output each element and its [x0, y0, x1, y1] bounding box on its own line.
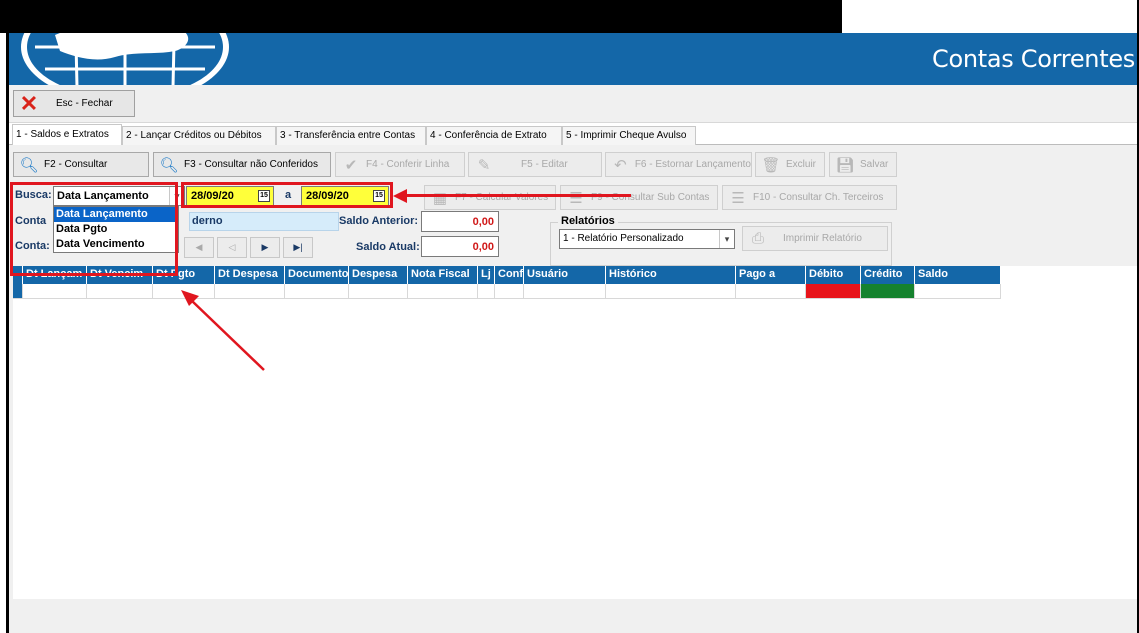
close-label: Esc - Fechar — [56, 98, 113, 109]
relatorio-value: 1 - Relatório Personalizado — [563, 233, 684, 244]
col-lj[interactable]: Lj — [478, 266, 495, 284]
consultar-label: F2 - Consultar — [44, 159, 108, 170]
arrow-head-icon — [393, 189, 407, 203]
app-window: Contas Correntes ✕ Esc - Fechar 1 - Sald… — [9, 33, 1137, 633]
tab-imprimir-cheque[interactable]: 5 - Imprimir Cheque Avulso — [562, 126, 696, 145]
row-selector[interactable] — [13, 284, 23, 299]
nav-prev-button[interactable]: ◁ — [217, 237, 247, 258]
col-saldo[interactable]: Saldo — [915, 266, 1001, 284]
table-cell[interactable] — [915, 284, 1001, 299]
chevron-down-icon[interactable]: ▾ — [719, 230, 734, 248]
calculator-icon: ▦ — [432, 189, 448, 207]
excluir-button[interactable]: 🗑︎ Excluir — [755, 152, 825, 177]
table-cell[interactable] — [524, 284, 606, 299]
search-icon: 🔍︎ — [159, 156, 179, 174]
nav-first-button[interactable]: ◀ — [184, 237, 214, 258]
close-button[interactable]: ✕ Esc - Fechar — [13, 90, 135, 117]
debit-cell[interactable] — [806, 284, 861, 299]
nav-last-button[interactable]: ▶| — [283, 237, 313, 258]
consultar-nao-conferidos-label: F3 - Consultar não Conferidos — [184, 159, 318, 170]
saldo-atual-label: Saldo Atual: — [356, 241, 420, 253]
table-cell[interactable] — [606, 284, 736, 299]
printer-icon: ⎙ — [751, 230, 764, 247]
saldo-anterior-label: Saldo Anterior: — [339, 215, 419, 227]
estornar-button[interactable]: ↶ F6 - Estornar Lançamento — [605, 152, 752, 177]
tab-saldos-extratos[interactable]: 1 - Saldos e Extratos — [12, 124, 122, 146]
conferir-linha-button[interactable]: ✔ F4 - Conferir Linha — [335, 152, 465, 177]
arrow-pointer-icon — [181, 290, 265, 371]
arrow-line — [399, 194, 631, 197]
top-toolbar: ✕ Esc - Fechar — [9, 85, 1137, 123]
credit-cell[interactable] — [861, 284, 915, 299]
col-nota-fiscal[interactable]: Nota Fiscal — [408, 266, 478, 284]
table-cell[interactable] — [285, 284, 349, 299]
table-cell[interactable] — [349, 284, 408, 299]
tab-conferencia-extrato[interactable]: 4 - Conferência de Extrato — [426, 126, 562, 145]
tab-transferencia[interactable]: 3 - Transferência entre Contas — [276, 126, 426, 145]
estornar-label: F6 - Estornar Lançamento — [634, 159, 751, 170]
calcular-valores-button[interactable]: ▦ F7 - Calcular Valores — [424, 185, 556, 210]
list-search-icon: ☰ — [731, 189, 745, 207]
col-despesa[interactable]: Despesa — [349, 266, 408, 284]
editar-label: F5 - Editar — [521, 159, 568, 170]
highlight-dates-box — [181, 182, 393, 208]
col-credito[interactable]: Crédito — [861, 266, 915, 284]
window-title: Contas Correntes — [932, 45, 1135, 73]
tab-lancar-creditos[interactable]: 2 - Lançar Créditos ou Débitos — [122, 126, 276, 145]
list-search-icon: ☰ — [569, 189, 583, 207]
top-black-bar — [0, 0, 842, 33]
sub-contas-button[interactable]: ☰ F9 - Consultar Sub Contas — [560, 185, 718, 210]
col-documento[interactable]: Documento — [285, 266, 349, 284]
table-cell[interactable] — [478, 284, 495, 299]
table-cell[interactable] — [23, 284, 87, 299]
saldo-atual-field: 0,00 — [421, 236, 499, 257]
consultar-button[interactable]: 🔍︎ F2 - Consultar — [13, 152, 149, 177]
imprimir-relatorio-button[interactable]: ⎙ Imprimir Relatório — [742, 226, 888, 251]
check-circle-icon: ✔ — [344, 156, 358, 174]
conta-value: derno — [192, 215, 223, 227]
save-icon: 💾︎ — [835, 156, 855, 174]
highlight-busca-box — [10, 182, 178, 276]
table-cell[interactable] — [495, 284, 524, 299]
excluir-label: Excluir — [786, 159, 817, 170]
ch-terceiros-button[interactable]: ☰ F10 - Consultar Ch. Terceiros — [722, 185, 897, 210]
ch-terceiros-label: F10 - Consultar Ch. Terceiros — [753, 192, 884, 203]
edit-icon: ✎ — [477, 156, 491, 174]
col-debito[interactable]: Débito — [806, 266, 861, 284]
close-icon: ✕ — [19, 90, 39, 116]
trash-icon: 🗑︎ — [761, 156, 781, 174]
conta-field[interactable]: derno — [189, 212, 339, 231]
saldo-anterior-field: 0,00 — [421, 211, 499, 232]
relatorios-title: Relatórios — [558, 215, 618, 227]
table-cell[interactable] — [736, 284, 806, 299]
undo-icon: ↶ — [614, 156, 627, 174]
salvar-button[interactable]: 💾︎ Salvar — [829, 152, 897, 177]
col-conf[interactable]: Conf — [495, 266, 524, 284]
salvar-label: Salvar — [860, 159, 889, 170]
header-banner: Contas Correntes — [9, 33, 1137, 87]
table-cell[interactable] — [87, 284, 153, 299]
relatorio-select[interactable]: 1 - Relatório Personalizado ▾ — [559, 229, 735, 249]
consultar-nao-conferidos-button[interactable]: 🔍︎ F3 - Consultar não Conferidos — [153, 152, 331, 177]
search-icon: 🔍︎ — [19, 156, 39, 174]
globe-logo-icon — [21, 33, 229, 87]
table-cell[interactable] — [408, 284, 478, 299]
tab-bar: 1 - Saldos e Extratos 2 - Lançar Crédito… — [9, 123, 1137, 146]
imprimir-relatorio-label: Imprimir Relatório — [783, 233, 862, 244]
col-pago-a[interactable]: Pago a — [736, 266, 806, 284]
editar-button[interactable]: ✎ F5 - Editar — [468, 152, 602, 177]
conferir-linha-label: F4 - Conferir Linha — [366, 159, 450, 170]
main-panel: 🔍︎ F2 - Consultar 🔍︎ F3 - Consultar não … — [9, 145, 1137, 633]
col-historico[interactable]: Histórico — [606, 266, 736, 284]
col-usuario[interactable]: Usuário — [524, 266, 606, 284]
nav-next-button[interactable]: ▶ — [250, 237, 280, 258]
